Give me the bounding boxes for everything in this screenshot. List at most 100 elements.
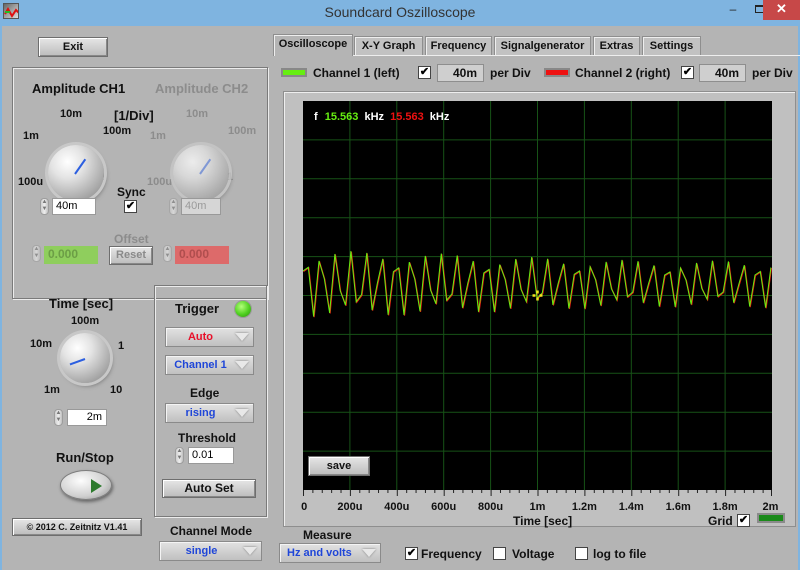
trigger-edge-dropdown[interactable]: rising — [165, 403, 254, 423]
time-scale-100m: 100m — [71, 315, 100, 327]
waveform-ch1 — [303, 251, 772, 317]
frequency-label: f — [314, 111, 318, 123]
trigger-mode-value: Auto — [187, 331, 214, 343]
tab-settings[interactable]: Settings — [642, 36, 701, 55]
waveform-chart — [303, 101, 772, 490]
channel-mode-label: Channel Mode — [170, 524, 253, 538]
voltage-checkbox-label: Voltage — [512, 547, 555, 561]
threshold-label: Threshold — [178, 431, 237, 445]
sync-label: Sync — [117, 185, 146, 199]
x-axis-title: Time [sec] — [513, 514, 573, 528]
frequency-checkbox-label: Frequency — [421, 547, 482, 561]
tab-xy-graph[interactable]: X-Y Graph — [354, 36, 423, 55]
ch2-frequency-value: 15.563 — [390, 111, 424, 123]
ch1-enable-checkbox[interactable]: ✔ — [418, 66, 431, 79]
ch1-offset-spinner[interactable]: ▲ ▼ — [32, 245, 41, 262]
time-input[interactable]: 2m — [67, 409, 107, 426]
ch2-enable-checkbox[interactable]: ✔ — [681, 66, 694, 79]
offset-label: Offset — [114, 232, 149, 246]
ch1-frequency-unit: kHz — [364, 111, 385, 123]
dropdown-arrow-icon — [243, 547, 257, 555]
x-tick-label: 1m — [529, 501, 546, 513]
time-scale-1m: 1m — [44, 384, 60, 396]
log-to-file-label: log to file — [593, 547, 647, 561]
save-button[interactable]: save — [308, 456, 370, 476]
ch1-per-div-value: 40m — [437, 64, 484, 82]
amp-ch2-scale-100m: 100m — [228, 125, 257, 137]
reset-offset-button[interactable]: Reset — [109, 246, 153, 265]
per-div-label: [1/Div] — [114, 108, 154, 123]
amp-ch2-input[interactable]: 40m — [181, 198, 221, 215]
runstop-button[interactable] — [60, 470, 112, 500]
ch1-label: Channel 1 (left) — [313, 66, 400, 80]
amp-ch1-scale-1m: 1m — [23, 130, 39, 142]
amp-ch1-input[interactable]: 40m — [52, 198, 96, 215]
threshold-spinner[interactable]: ▲ ▼ — [175, 447, 184, 464]
amplitude-ch2-knob[interactable] — [173, 145, 229, 201]
x-tick-label: 1.4m — [618, 501, 644, 513]
minimize-button[interactable]: – — [720, 0, 746, 20]
sync-checkbox[interactable]: ✔ — [124, 200, 137, 213]
oscilloscope-plot[interactable]: f 15.563 kHz 15.563 kHz save — [303, 101, 772, 490]
trigger-mode-dropdown[interactable]: Auto — [165, 327, 254, 347]
time-scale-10: 10 — [110, 384, 123, 396]
x-tick-label: 600u — [431, 501, 457, 513]
play-icon — [91, 479, 102, 493]
x-tick-label: 1.2m — [571, 501, 597, 513]
runstop-label: Run/Stop — [56, 450, 114, 465]
auto-set-button[interactable]: Auto Set — [162, 479, 256, 498]
x-tick-label: 1.6m — [665, 501, 691, 513]
exit-button[interactable]: Exit — [38, 37, 108, 57]
x-tick-label: 800u — [478, 501, 504, 513]
dropdown-arrow-icon — [235, 409, 249, 417]
dropdown-arrow-icon — [235, 333, 249, 341]
amp-ch1-scale-100m: 100m — [103, 125, 132, 137]
tab-frequency[interactable]: Frequency — [425, 36, 492, 55]
grid-label: Grid — [708, 514, 733, 528]
channel-mode-dropdown[interactable]: single — [159, 541, 262, 561]
frequency-checkbox[interactable]: ✔ — [405, 547, 418, 560]
amplitude-ch1-label: Amplitude CH1 — [32, 81, 126, 96]
grid-checkbox[interactable]: ✔ — [737, 514, 750, 527]
time-label: Time [sec] — [49, 296, 114, 311]
ch1-frequency-value: 15.563 — [324, 111, 359, 123]
measure-mode-dropdown[interactable]: Hz and volts — [279, 543, 381, 563]
trigger-label: Trigger — [175, 301, 220, 316]
time-scale-10m: 10m — [30, 338, 53, 350]
copyright-label: © 2012 C. Zeitnitz V1.41 — [12, 518, 142, 536]
x-axis-ticks — [303, 490, 772, 496]
window-title: Soundcard Oszilloscope — [324, 4, 476, 20]
tab-extras[interactable]: Extras — [593, 36, 640, 55]
amp-ch2-scale-100u: 100u — [147, 176, 173, 188]
amp-ch2-scale-1m: 1m — [150, 130, 166, 142]
title-bar: Soundcard Oszilloscope – ✕ — [0, 0, 800, 26]
time-knob[interactable] — [60, 333, 110, 383]
voltage-checkbox[interactable] — [493, 547, 506, 560]
amp-ch1-spinner[interactable]: ▲ ▼ — [40, 198, 49, 215]
measure-label: Measure — [303, 528, 352, 542]
ch2-color-swatch[interactable] — [544, 68, 570, 77]
amplitude-ch1-knob[interactable] — [48, 145, 104, 201]
ch1-per-div-label: per Div — [490, 66, 531, 80]
ch1-offset-input[interactable]: 0.000 — [44, 246, 98, 264]
dropdown-arrow-icon — [235, 361, 249, 369]
trigger-channel-dropdown[interactable]: Channel 1 — [165, 355, 254, 375]
ch1-color-swatch[interactable] — [281, 68, 307, 77]
amp-ch2-scale-10m: 10m — [186, 108, 209, 120]
x-tick-label: 2m — [762, 501, 779, 513]
tab-oscilloscope[interactable]: Oscilloscope — [273, 34, 353, 56]
grid-color-swatch[interactable] — [757, 513, 785, 523]
ch2-offset-spinner[interactable]: ▲ ▼ — [163, 245, 172, 262]
ch2-frequency-unit: kHz — [429, 111, 450, 123]
time-spinner[interactable]: ▲ ▼ — [54, 409, 63, 426]
ch2-offset-input[interactable]: 0.000 — [175, 246, 229, 264]
frequency-readout: f 15.563 kHz 15.563 kHz — [314, 111, 449, 123]
x-tick-label: 200u — [337, 501, 363, 513]
threshold-input[interactable]: 0.01 — [188, 447, 234, 464]
close-button[interactable]: ✕ — [763, 0, 800, 20]
channel-mode-value: single — [185, 545, 218, 557]
amp-ch2-spinner[interactable]: ▲ ▼ — [169, 198, 178, 215]
knob-needle — [74, 158, 87, 175]
log-to-file-checkbox[interactable] — [575, 547, 588, 560]
tab-signalgenerator[interactable]: Signalgenerator — [494, 36, 591, 55]
